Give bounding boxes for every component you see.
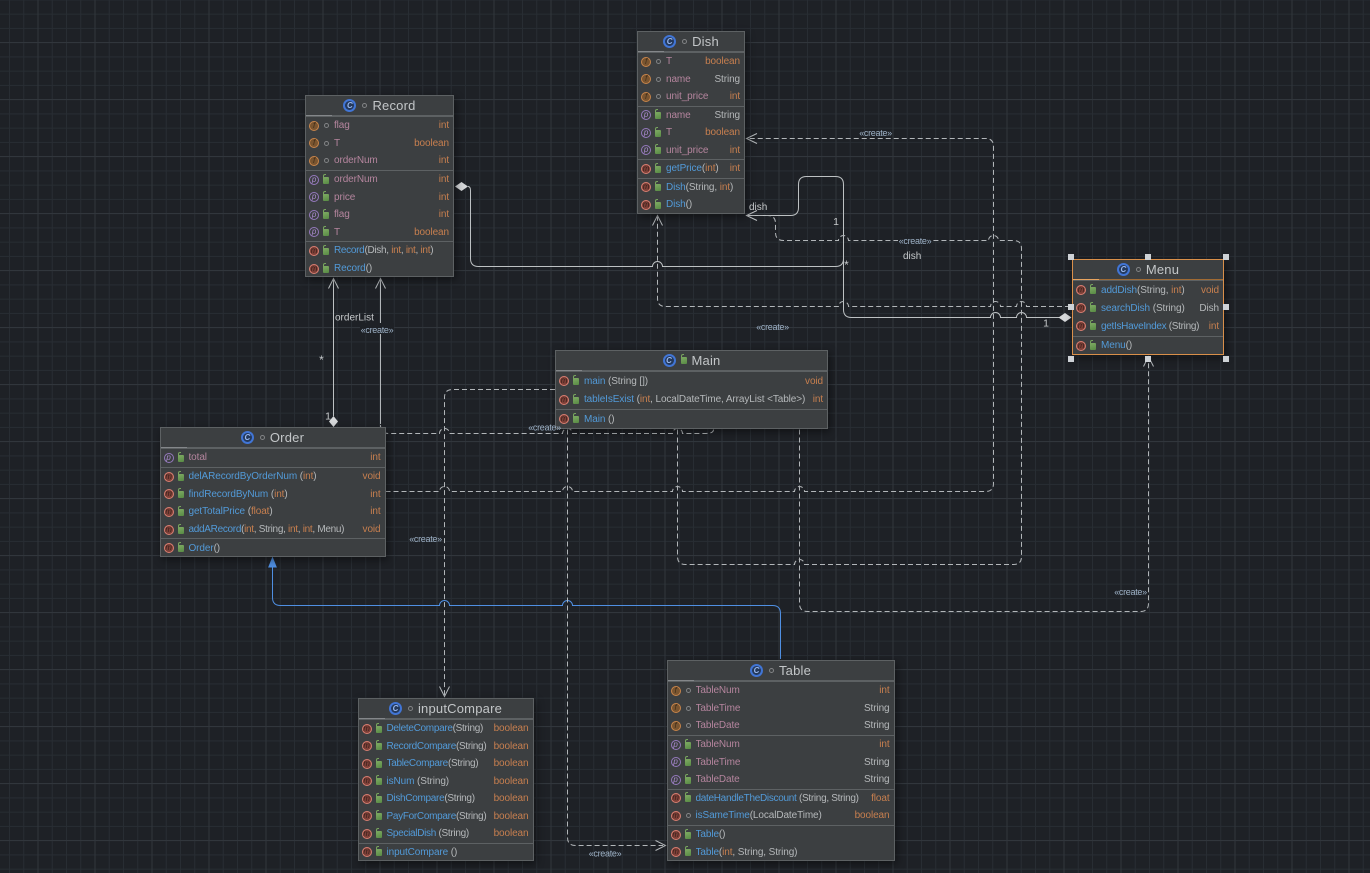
svg-text:«create»: «create»	[899, 236, 932, 246]
svg-text:*: *	[844, 258, 849, 272]
svg-text:«create»: «create»	[589, 849, 622, 859]
svg-text:«create»: «create»	[409, 534, 442, 544]
svg-text:*: *	[319, 353, 324, 367]
svg-text:«create»: «create»	[361, 325, 394, 335]
svg-text:orderList: orderList	[335, 313, 374, 324]
svg-text:«create»: «create»	[528, 423, 561, 433]
svg-text:1: 1	[325, 411, 331, 423]
svg-text:dish: dish	[903, 251, 921, 262]
svg-text:dish: dish	[749, 202, 767, 213]
svg-text:1: 1	[1043, 318, 1049, 330]
svg-text:«create»: «create»	[859, 128, 892, 138]
svg-text:«create»: «create»	[1114, 587, 1147, 597]
svg-text:1: 1	[833, 216, 839, 228]
svg-text:«create»: «create»	[756, 322, 789, 332]
